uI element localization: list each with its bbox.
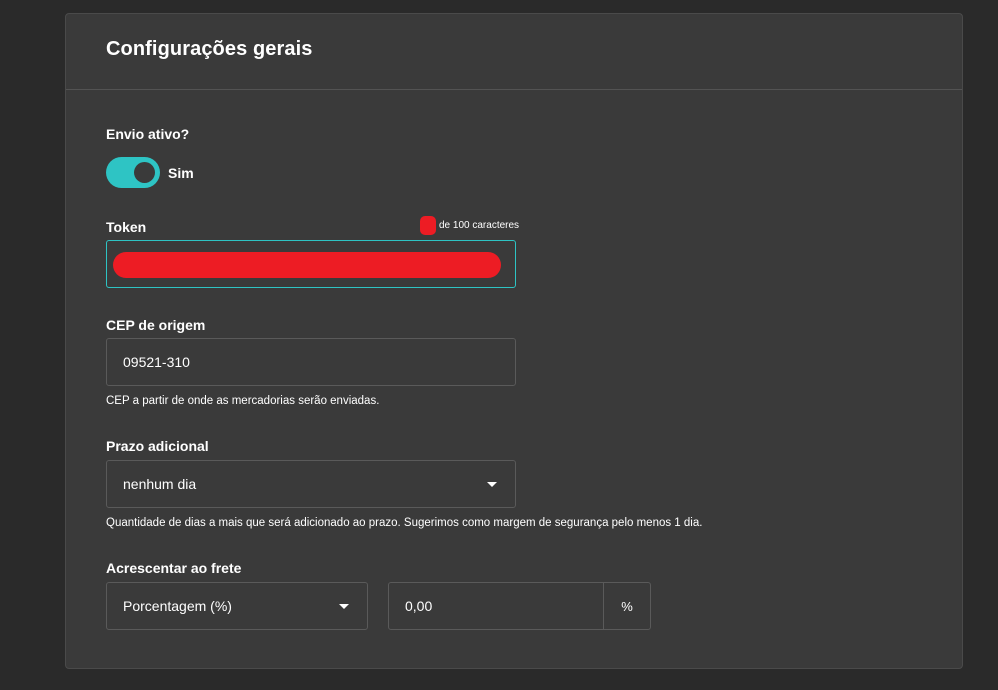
shipping-active-toggle[interactable]	[106, 157, 160, 188]
token-counter-suffix: de 100 caracteres	[439, 220, 520, 231]
additional-time-label: Prazo adicional	[106, 438, 209, 454]
surcharge-value: 0,00	[405, 598, 433, 614]
redacted-counter-value	[420, 216, 436, 235]
toggle-knob	[134, 162, 155, 183]
shipping-active-label: Envio ativo?	[106, 126, 190, 142]
token-label: Token	[106, 219, 147, 235]
general-settings-panel: Configurações gerais Envio ativo? Sim To…	[65, 13, 963, 669]
origin-cep-input[interactable]: 09521-310	[106, 338, 516, 386]
surcharge-type-select[interactable]: Porcentagem (%)	[106, 582, 368, 630]
token-char-counter: de 100 caracteres	[420, 216, 519, 235]
surcharge-unit-addon: %	[603, 583, 650, 629]
panel-header: Configurações gerais	[66, 14, 962, 90]
additional-time-select[interactable]: nenhum dia	[106, 460, 516, 508]
additional-time-selected: nenhum dia	[123, 476, 197, 492]
shipping-surcharge-label: Acrescentar ao frete	[106, 560, 242, 576]
origin-cep-value: 09521-310	[123, 354, 190, 370]
surcharge-type-selected: Porcentagem (%)	[123, 598, 232, 614]
token-input[interactable]	[106, 240, 516, 288]
shipping-active-toggle-label: Sim	[168, 164, 194, 181]
panel-title: Configurações gerais	[106, 38, 313, 60]
chevron-down-icon	[339, 604, 349, 609]
chevron-down-icon	[487, 482, 497, 487]
additional-time-helper: Quantidade de dias a mais que será adici…	[106, 517, 703, 529]
shipping-active-row: Sim	[106, 157, 194, 188]
surcharge-value-input[interactable]: 0,00	[389, 583, 603, 629]
origin-cep-label: CEP de origem	[106, 317, 206, 333]
surcharge-value-group: 0,00 %	[388, 582, 651, 630]
redacted-token-value	[113, 252, 501, 278]
origin-cep-helper: CEP a partir de onde as mercadorias serã…	[106, 395, 380, 407]
